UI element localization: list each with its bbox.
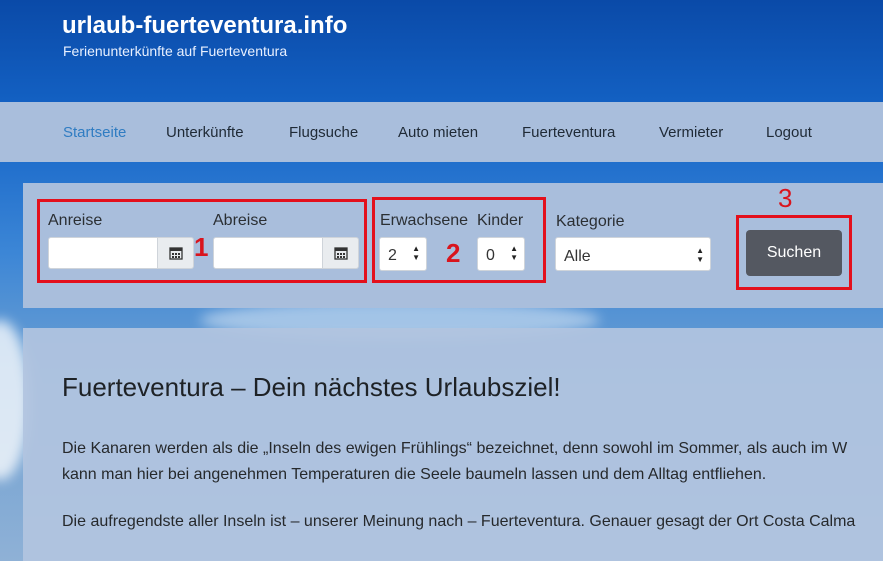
- content-title: Fuerteventura – Dein nächstes Urlaubszie…: [62, 372, 561, 402]
- select-arrows-icon: ▲ ▼: [696, 246, 704, 264]
- nav-item-unterkuenfte[interactable]: Unterkünfte: [166, 124, 244, 141]
- content-paragraph-1-line-2: kann man hier bei angenehmen Temperature…: [62, 466, 767, 483]
- nav-item-startseite[interactable]: Startseite: [63, 124, 126, 141]
- nav-item-fuerteventura[interactable]: Fuerteventura: [522, 124, 615, 141]
- nav-item-vermieter[interactable]: Vermieter: [659, 124, 723, 141]
- annotation-box-3: [736, 215, 852, 290]
- site-title[interactable]: urlaub-fuerteventura.info: [62, 12, 347, 40]
- kategorie-select[interactable]: Alle ▲ ▼: [555, 237, 711, 271]
- kategorie-label: Kategorie: [556, 213, 625, 230]
- nav-item-logout[interactable]: Logout: [766, 124, 812, 141]
- content-paragraph-2-line-1: Die aufregendste aller Inseln ist – unse…: [62, 513, 856, 530]
- annotation-marker-2: 2: [446, 238, 461, 268]
- kategorie-value: Alle: [564, 248, 591, 265]
- annotation-marker-1: 1: [194, 232, 209, 262]
- annotation-marker-3: 3: [778, 183, 793, 213]
- site-header: urlaub-fuerteventura.info Ferienunterkün…: [0, 0, 883, 102]
- site-subtitle: Ferienunterkünfte auf Fuerteventura: [63, 43, 288, 59]
- nav-item-flugsuche[interactable]: Flugsuche: [289, 124, 358, 141]
- nav-item-auto-mieten[interactable]: Auto mieten: [398, 124, 478, 141]
- content-paragraph-1-line-1: Die Kanaren werden als die „Inseln des e…: [62, 440, 848, 457]
